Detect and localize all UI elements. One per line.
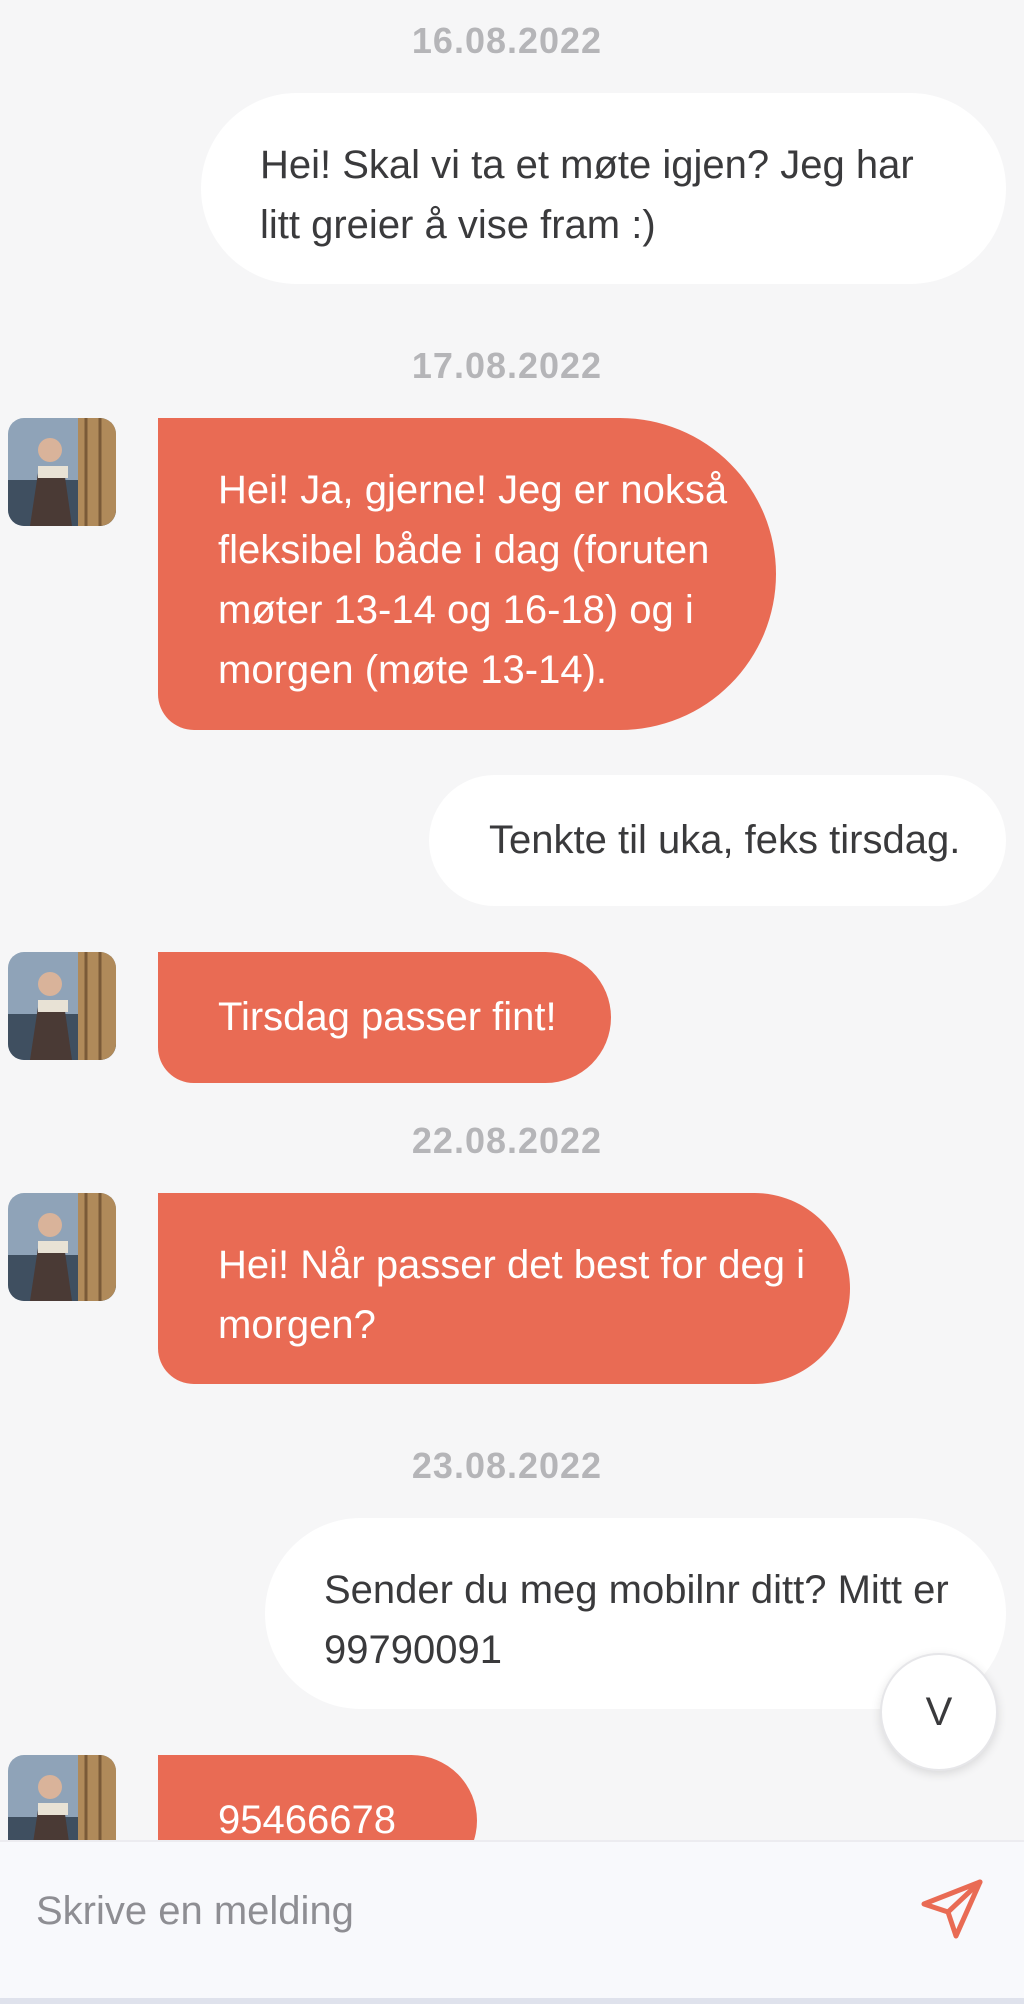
- date-separator: 16.08.2022: [411, 20, 603, 61]
- avatar[interactable]: [8, 1193, 116, 1301]
- scroll-to-bottom-button[interactable]: V: [880, 1653, 998, 1771]
- avatar[interactable]: [8, 418, 116, 526]
- send-icon: [921, 1879, 983, 1939]
- date-separator: 22.08.2022: [411, 1120, 603, 1161]
- outgoing-message[interactable]: Tenkte til uka, feks tirsdag.: [429, 775, 1006, 906]
- message-input[interactable]: [34, 1872, 858, 1950]
- avatar[interactable]: [8, 1755, 116, 1840]
- avatar[interactable]: [8, 952, 116, 1060]
- composer-bar: [0, 1840, 1024, 2004]
- incoming-message[interactable]: Tirsdag passer fint!: [158, 952, 611, 1083]
- date-separator: 17.08.2022: [411, 345, 603, 386]
- incoming-message[interactable]: Hei! Når passer det best for deg i morge…: [158, 1193, 850, 1384]
- date-separator: 23.08.2022: [411, 1445, 603, 1486]
- message-list[interactable]: 16.08.2022 Hei! Skal vi ta et møte igjen…: [0, 0, 1024, 1840]
- send-button[interactable]: [910, 1866, 994, 1950]
- outgoing-message[interactable]: Hei! Skal vi ta et møte igjen? Jeg har l…: [201, 93, 1006, 284]
- incoming-message[interactable]: Hei! Ja, gjerne! Jeg er nokså fleksibel …: [158, 418, 776, 730]
- incoming-message[interactable]: 95466678: [158, 1755, 477, 1840]
- home-indicator: [0, 1998, 1024, 2004]
